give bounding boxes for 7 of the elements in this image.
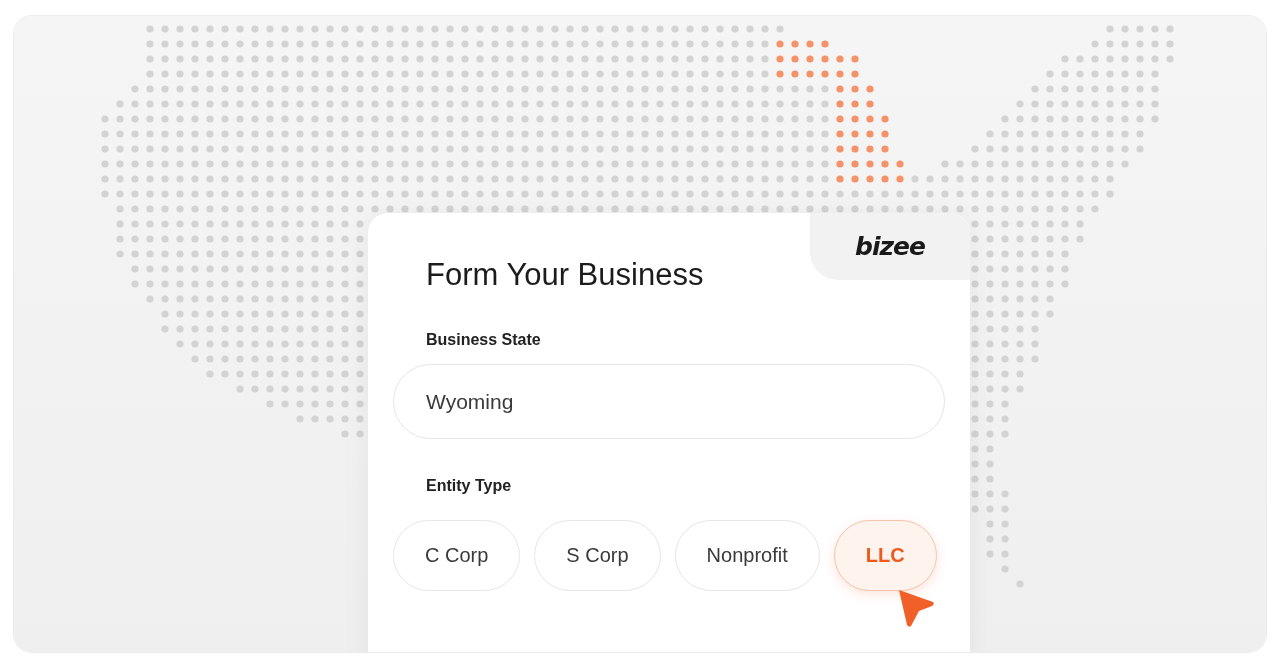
logo: bizee (855, 232, 925, 261)
entity-option[interactable]: Nonprofit (674, 520, 820, 591)
field-label: Business State (426, 331, 542, 349)
field-label: Entity Type (426, 477, 513, 495)
entity-option[interactable]: C Corp (393, 520, 521, 591)
form-title: Form Your Business (426, 257, 705, 293)
entity-option[interactable]: S Corp (534, 520, 661, 591)
